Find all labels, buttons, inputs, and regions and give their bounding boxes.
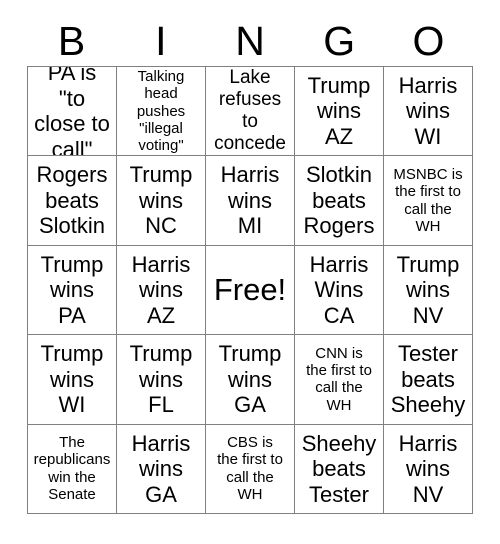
bingo-cell-label: Trump wins GA bbox=[218, 341, 282, 418]
bingo-cell-label: Harris wins AZ bbox=[131, 251, 191, 328]
bingo-cell-label: Rogers beats Slotkin bbox=[36, 162, 108, 239]
bingo-cell-label: Tester beats Sheehy bbox=[390, 341, 466, 418]
bingo-cell[interactable]: Sheehy beats Tester bbox=[295, 424, 384, 514]
bingo-cell-label: Sheehy beats Tester bbox=[301, 430, 377, 507]
bingo-cell[interactable]: The republicans win the Senate bbox=[28, 424, 117, 514]
bingo-cell[interactable]: Trump wins GA bbox=[206, 335, 295, 425]
header-letter-b: B bbox=[57, 17, 86, 64]
bingo-cell-label: Talking head pushes "illegal voting" bbox=[136, 67, 186, 155]
bingo-cell-label: Harris wins NV bbox=[398, 430, 458, 507]
bingo-cell-label: Trump wins NC bbox=[129, 162, 193, 239]
header-letter-o: O bbox=[412, 17, 445, 64]
bingo-cell[interactable]: Trump wins NV bbox=[384, 245, 473, 336]
bingo-cell-label: Harris wins GA bbox=[131, 430, 191, 507]
bingo-cell-label: Trump wins PA bbox=[40, 251, 104, 328]
bingo-card: B I N G O PA is "to close to call" Talkin… bbox=[0, 0, 500, 544]
bingo-cell-label: Trump wins NV bbox=[396, 251, 460, 328]
bingo-grid: PA is "to close to call" Talking head pus… bbox=[27, 66, 473, 514]
bingo-cell-label: Harris Wins CA bbox=[309, 251, 369, 328]
bingo-header: B I N G O bbox=[27, 16, 473, 66]
bingo-cell[interactable]: Rogers beats Slotkin bbox=[28, 156, 117, 246]
bingo-cell-label: Lake refuses to concede bbox=[214, 67, 286, 155]
bingo-cell[interactable]: Trump wins FL bbox=[117, 335, 206, 425]
bingo-cell[interactable]: MSNBC is the first to call the WH bbox=[384, 156, 473, 246]
bingo-cell[interactable]: Trump wins WI bbox=[28, 335, 117, 425]
header-letter-i: I bbox=[155, 17, 167, 64]
bingo-cell-label: CBS is the first to call the WH bbox=[217, 434, 283, 504]
bingo-cell-label: Trump wins AZ bbox=[307, 72, 371, 149]
bingo-cell-label: Free! bbox=[213, 272, 287, 308]
bingo-cell-label: Harris wins MI bbox=[220, 162, 280, 239]
bingo-cell[interactable]: Harris wins GA bbox=[117, 424, 206, 514]
bingo-cell-label: CNN is the first to call the WH bbox=[306, 344, 372, 414]
header-letter-n: N bbox=[235, 17, 265, 64]
bingo-cell-free[interactable]: Free! bbox=[206, 245, 295, 336]
bingo-cell[interactable]: Trump wins PA bbox=[28, 245, 117, 336]
bingo-cell-label: PA is "to close to call" bbox=[34, 67, 110, 157]
bingo-cell[interactable]: Harris wins MI bbox=[206, 156, 295, 246]
bingo-cell-label: Trump wins FL bbox=[129, 341, 193, 418]
bingo-cell-label: Harris wins WI bbox=[398, 72, 458, 149]
bingo-cell[interactable]: CNN is the first to call the WH bbox=[295, 335, 384, 425]
bingo-cell-label: MSNBC is the first to call the WH bbox=[393, 165, 463, 235]
bingo-cell[interactable]: CBS is the first to call the WH bbox=[206, 424, 295, 514]
bingo-cell[interactable]: Tester beats Sheehy bbox=[384, 335, 473, 425]
bingo-cell[interactable]: Trump wins NC bbox=[117, 156, 206, 246]
bingo-cell-label: Trump wins WI bbox=[40, 341, 104, 418]
bingo-cell[interactable]: Talking head pushes "illegal voting" bbox=[117, 67, 206, 157]
header-letter-g: G bbox=[323, 17, 356, 64]
bingo-cell[interactable]: Slotkin beats Rogers bbox=[295, 156, 384, 246]
bingo-cell[interactable]: PA is "to close to call" bbox=[28, 67, 117, 157]
bingo-cell-label: Slotkin beats Rogers bbox=[303, 162, 375, 239]
bingo-cell[interactable]: Harris Wins CA bbox=[295, 245, 384, 336]
bingo-cell[interactable]: Harris wins WI bbox=[384, 67, 473, 157]
bingo-cell-label: The republicans win the Senate bbox=[33, 434, 111, 504]
bingo-cell[interactable]: Harris wins NV bbox=[384, 424, 473, 514]
bingo-cell[interactable]: Harris wins AZ bbox=[117, 245, 206, 336]
bingo-cell[interactable]: Trump wins AZ bbox=[295, 67, 384, 157]
bingo-cell[interactable]: Lake refuses to concede bbox=[206, 67, 295, 157]
